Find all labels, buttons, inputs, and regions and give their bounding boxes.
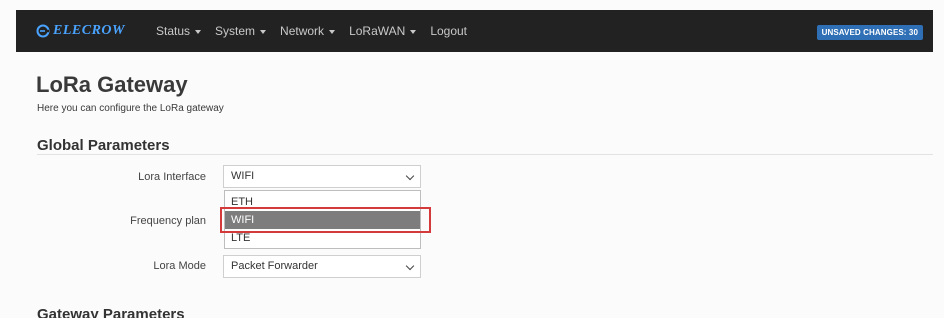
nav-item-network[interactable]: Network (280, 24, 336, 38)
nav-item-label: LoRaWAN (349, 24, 406, 38)
app-frame: ELECROW Status System Network LoRaWAN Lo… (0, 0, 944, 318)
lora-interface-value: WIFI (231, 170, 255, 182)
nav-item-label: Network (280, 24, 325, 38)
section-title-global: Global Parameters (37, 137, 170, 154)
nav-item-status[interactable]: Status (156, 24, 202, 38)
caret-down-icon (329, 30, 336, 34)
lora-mode-value: Packet Forwarder (231, 260, 318, 272)
nav-item-system[interactable]: System (215, 24, 267, 38)
unsaved-changes-badge[interactable]: UNSAVED CHANGES: 30 (816, 25, 923, 40)
lora-interface-select[interactable]: WIFI (223, 165, 421, 188)
page-title: LoRa Gateway (36, 72, 188, 97)
caret-down-icon (260, 30, 267, 34)
nav-item-label: Logout (430, 24, 468, 38)
nav-menu: Status System Network LoRaWAN Logout (156, 10, 481, 52)
chevron-down-icon (405, 171, 415, 181)
page-description: Here you can configure the LoRa gateway (37, 103, 224, 114)
nav-item-lorawan[interactable]: LoRaWAN (349, 24, 417, 38)
highlight-annotation-box (220, 207, 431, 233)
nav-item-label: System (215, 24, 256, 38)
nav-item-label: Status (156, 24, 191, 38)
caret-down-icon (195, 30, 202, 34)
lora-mode-select[interactable]: Packet Forwarder (223, 255, 421, 278)
brand[interactable]: ELECROW (36, 22, 125, 40)
nav-item-logout[interactable]: Logout (430, 24, 467, 38)
brand-name: ELECROW (53, 23, 125, 38)
section-title-gateway: Gateway Parameters (37, 306, 185, 318)
lora-interface-label: Lora Interface (138, 171, 206, 183)
section-divider (37, 154, 933, 155)
caret-down-icon (410, 30, 417, 34)
lora-mode-label: Lora Mode (153, 260, 206, 272)
chevron-down-icon (405, 261, 415, 271)
elecrow-logo-icon (36, 24, 50, 38)
frequency-plan-label: Frequency plan (130, 215, 206, 227)
top-navbar: ELECROW Status System Network LoRaWAN Lo… (16, 10, 933, 52)
